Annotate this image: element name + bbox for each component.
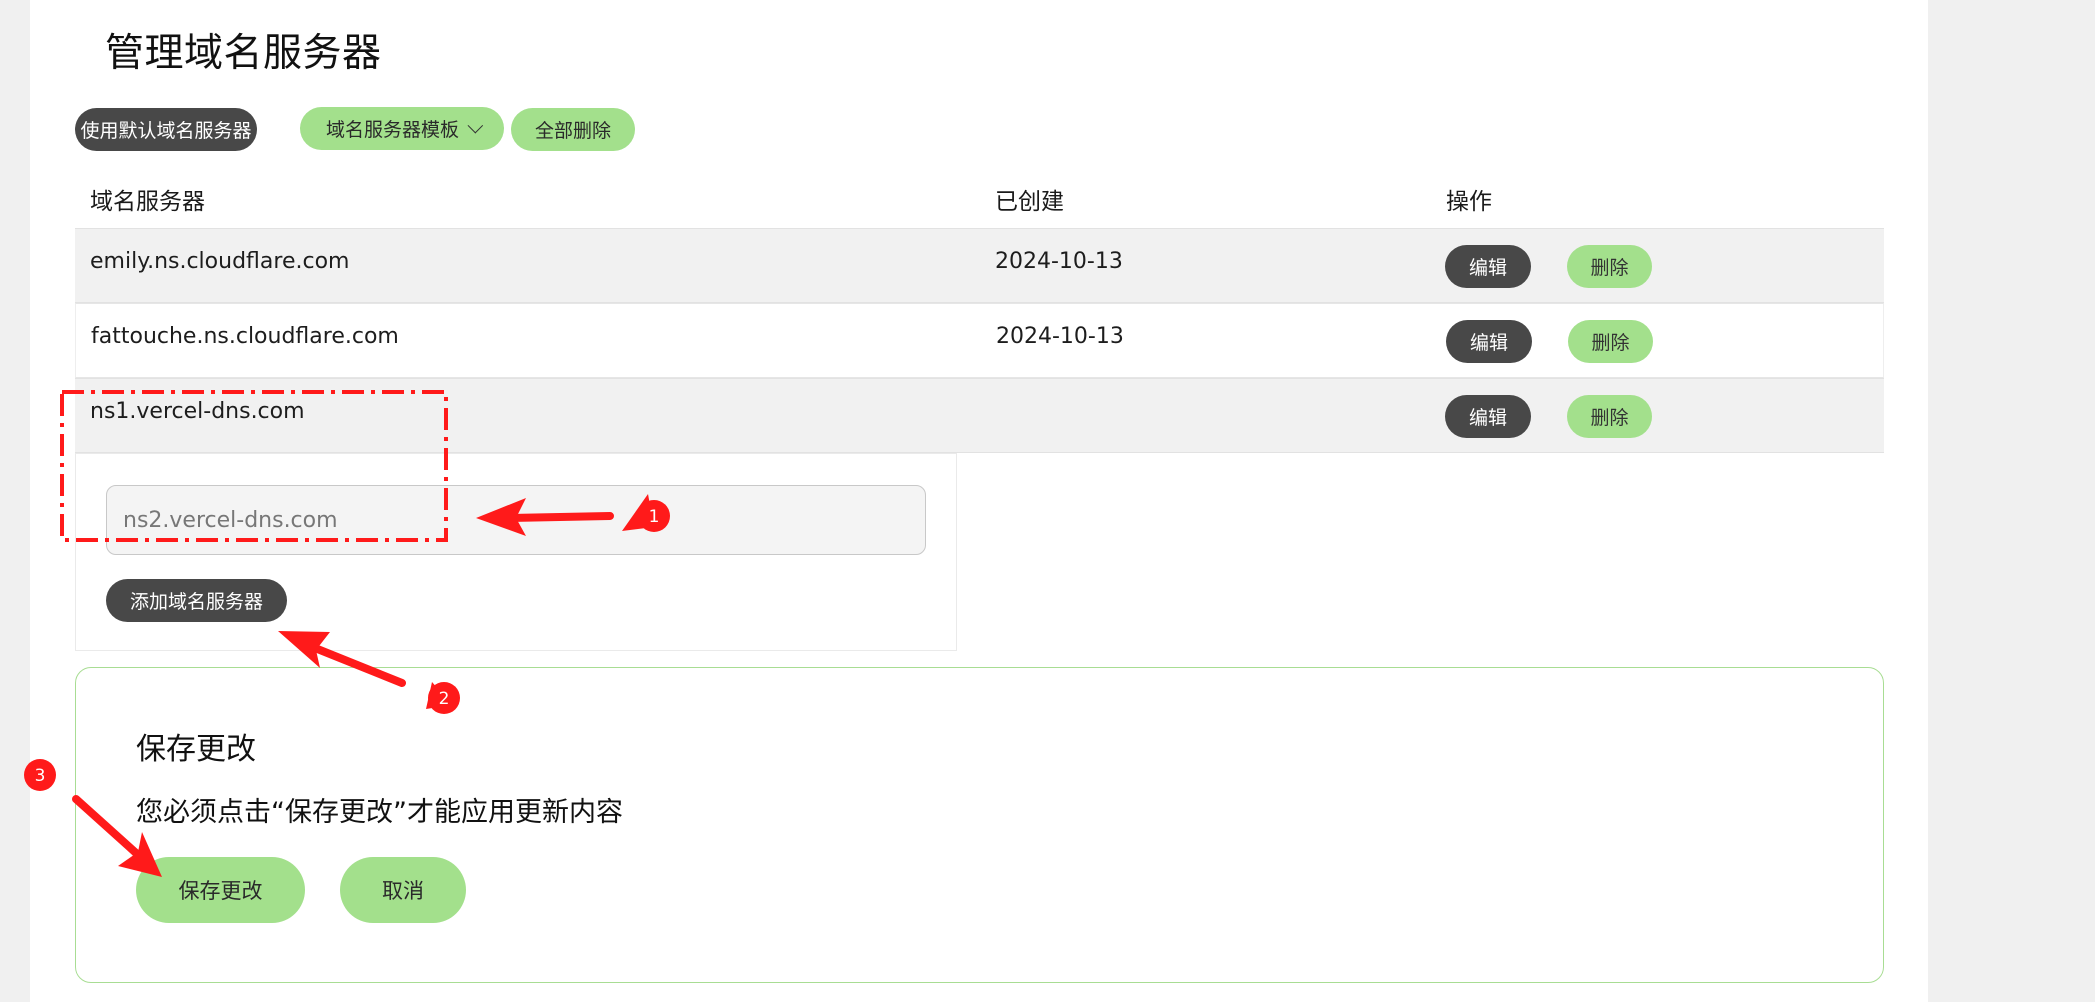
use-default-nameservers-label: 使用默认域名服务器 (80, 120, 252, 142)
add-nameserver-button[interactable]: 添加域名服务器 (106, 579, 287, 622)
table-row: emily.ns.cloudflare.com 2024-10-13 编辑 删除 (75, 228, 1884, 303)
delete-button[interactable]: 删除 (1568, 320, 1653, 363)
edit-button[interactable]: 编辑 (1446, 320, 1532, 363)
save-panel-description: 您必须点击“保存更改”才能应用更新内容 (136, 797, 623, 828)
delete-all-label: 全部删除 (534, 120, 611, 142)
created-cell: 2024-10-13 (995, 249, 1123, 274)
column-header-actions: 操作 (1446, 189, 1492, 215)
page-title: 管理域名服务器 (105, 31, 382, 76)
nameserver-input[interactable] (106, 485, 926, 555)
use-default-nameservers-button[interactable]: 使用默认域名服务器 (75, 108, 257, 151)
add-nameserver-label: 添加域名服务器 (129, 591, 263, 613)
table-row: ns1.vercel-dns.com 编辑 删除 (75, 378, 1884, 453)
edit-button[interactable]: 编辑 (1445, 245, 1531, 288)
nameserver-cell: ns1.vercel-dns.com (90, 399, 305, 424)
nameserver-template-label: 域名服务器模板 (325, 119, 459, 141)
created-cell: 2024-10-13 (996, 324, 1124, 349)
save-changes-panel: 保存更改 您必须点击“保存更改”才能应用更新内容 保存更改 取消 (75, 667, 1884, 983)
save-changes-button[interactable]: 保存更改 (136, 857, 305, 923)
column-header-nameserver: 域名服务器 (90, 189, 205, 215)
delete-all-button[interactable]: 全部删除 (511, 108, 635, 151)
delete-button[interactable]: 删除 (1567, 395, 1652, 438)
nameserver-cell: emily.ns.cloudflare.com (90, 249, 350, 274)
chevron-down-icon (467, 117, 484, 134)
add-nameserver-form: 添加域名服务器 (75, 453, 957, 651)
nameserver-cell: fattouche.ns.cloudflare.com (91, 324, 399, 349)
save-panel-title: 保存更改 (136, 732, 256, 767)
table-row: fattouche.ns.cloudflare.com 2024-10-13 编… (75, 303, 1884, 378)
nameserver-template-dropdown[interactable]: 域名服务器模板 (300, 107, 504, 150)
edit-button[interactable]: 编辑 (1445, 395, 1531, 438)
cancel-button[interactable]: 取消 (340, 857, 466, 923)
column-header-created: 已创建 (995, 189, 1064, 215)
delete-button[interactable]: 删除 (1567, 245, 1652, 288)
